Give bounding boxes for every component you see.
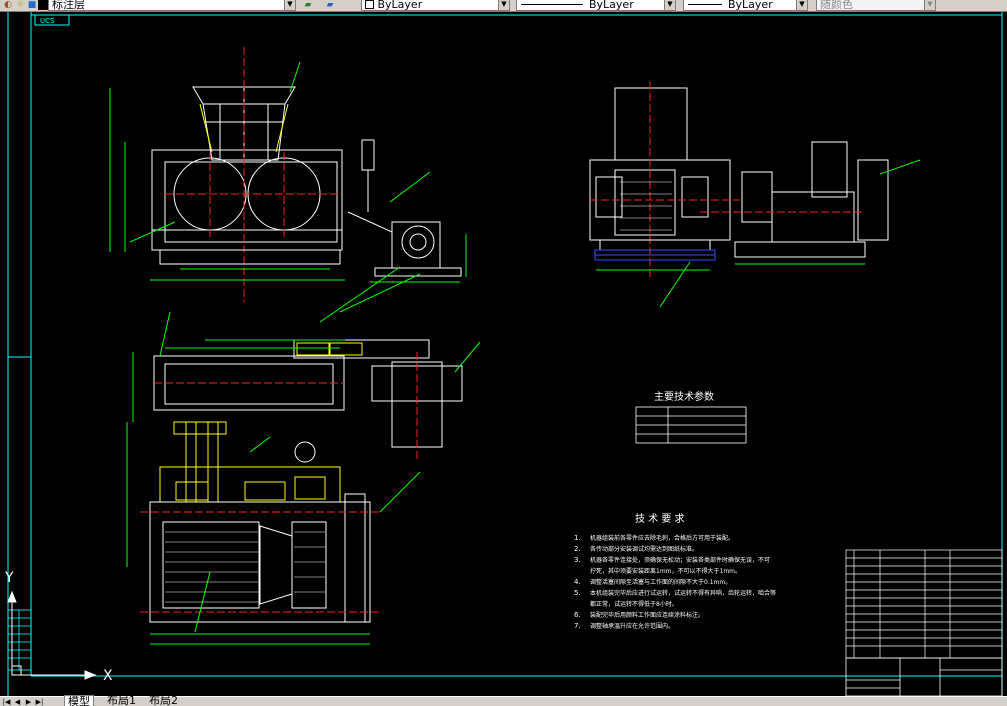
revision-table <box>7 609 32 671</box>
chevron-down-icon[interactable]: ▼ <box>498 0 509 10</box>
make-current-layer-icon[interactable]: ▰ <box>300 0 316 10</box>
color-combo[interactable]: ByLayer ▼ <box>361 0 510 11</box>
drawing-canvas[interactable]: UCS 主要技术参数 技 术 要 求 1. 机器组装前各零件应去除毛刺，合格后方… <box>0 12 1007 696</box>
side-view <box>589 82 921 308</box>
color-swatch-icon[interactable] <box>38 0 48 10</box>
plan-view <box>126 311 481 645</box>
plotstyle-combo-value: 随颜色 <box>820 0 853 11</box>
requirement-num: 4. <box>574 578 581 586</box>
cad-drawing: UCS 主要技术参数 技 术 要 求 1. 机器组装前各零件应去除毛刺，合格后方… <box>4 12 1003 696</box>
prev-tab-icon[interactable]: ◀ <box>13 697 22 706</box>
lock-icon[interactable]: ■ <box>26 0 38 10</box>
layer-combo[interactable]: 标注层 ▼ <box>48 0 296 11</box>
requirements-list: 1. 机器组装前各零件应去除毛刺，合格后方可用于装配。 2. 各传动部分安装调试… <box>574 534 776 630</box>
title-block <box>845 657 1003 696</box>
requirement-text: 调整活塞间隙至活塞与工作面的间隙不大于0.1mm。 <box>590 578 731 586</box>
parts-list <box>845 549 1003 659</box>
lineweight-combo-value: ByLayer <box>728 0 773 11</box>
properties-toolbar: ◐ ☼ ■ 标注层 ▼ ▰ ▰ ByLayer ▼ ByLayer ▼ ByLa… <box>0 0 1007 12</box>
requirement-text: 各传动部分安装调试均需达到图纸标准。 <box>590 545 698 553</box>
first-tab-icon[interactable]: |◀ <box>2 697 11 706</box>
tech-requirements-title: 技 术 要 求 <box>635 512 685 525</box>
front-view <box>109 47 467 323</box>
tab-layout2[interactable]: 布局2 <box>146 695 181 706</box>
layer-previous-icon[interactable]: ▰ <box>322 0 338 10</box>
color-combo-value: ByLayer <box>377 0 423 11</box>
layout-tab-bar: |◀ ◀ ▶ ▶| 模型 布局1 布局2 <box>0 695 1007 706</box>
requirement-num: 5. <box>574 589 581 597</box>
requirement-num: 2. <box>574 545 581 553</box>
tech-params-title: 主要技术参数 <box>654 390 714 403</box>
requirement-text: 调整轴承温升应在允许范围内。 <box>590 622 674 630</box>
layer-combo-value: 标注层 <box>52 0 85 11</box>
requirement-text: 机器组装前各零件应去除毛刺，合格后方可用于装配。 <box>590 534 734 542</box>
drawing-frame <box>7 12 1003 696</box>
next-tab-icon[interactable]: ▶ <box>24 697 33 706</box>
linetype-combo-value: ByLayer <box>589 0 634 11</box>
y-axis-label: Y <box>4 570 14 586</box>
ucs-label: UCS <box>40 17 55 25</box>
requirement-num: 6. <box>574 611 581 619</box>
lineweight-preview <box>688 4 722 5</box>
requirement-text: 都正常，试运转不得低于8小时。 <box>590 600 678 608</box>
color-square-icon <box>365 0 374 9</box>
requirement-text: 机器各零件连接处，须确保无松动；安装各类部件时确保无误，不可 <box>590 556 770 564</box>
requirement-text: 装配完毕后用颜料工作面应连续涂料标注。 <box>590 611 704 619</box>
last-tab-icon[interactable]: ▶| <box>35 697 44 706</box>
plotstyle-combo[interactable]: 随颜色 ▼ <box>816 0 936 11</box>
tab-model[interactable]: 模型 <box>64 695 94 706</box>
tab-layout1[interactable]: 布局1 <box>104 695 139 706</box>
chevron-down-icon[interactable]: ▼ <box>664 0 675 10</box>
requirement-text: 本机组装完毕后应进行试运转，试运转不得有异响，齿轮运转，啮合等 <box>590 589 776 597</box>
ucs-icon <box>7 590 97 680</box>
chevron-down-icon[interactable]: ▼ <box>284 0 295 10</box>
tech-params-table <box>635 406 747 444</box>
requirement-text: 拧死，其中须要安装距离1mm，不可以不得大于1mm。 <box>590 567 741 575</box>
sun-icon[interactable]: ☼ <box>14 0 26 10</box>
linetype-preview <box>521 4 583 5</box>
x-axis-label: X <box>103 668 113 684</box>
layer-state-icon[interactable]: ◐ <box>2 0 14 10</box>
lineweight-combo[interactable]: ByLayer ▼ <box>683 0 808 11</box>
requirement-num: 1. <box>574 534 581 542</box>
requirement-num: 3. <box>574 556 581 564</box>
chevron-down-icon[interactable]: ▼ <box>924 0 935 10</box>
chevron-down-icon[interactable]: ▼ <box>796 0 807 10</box>
linetype-combo[interactable]: ByLayer ▼ <box>516 0 676 11</box>
requirement-num: 7. <box>574 622 581 630</box>
